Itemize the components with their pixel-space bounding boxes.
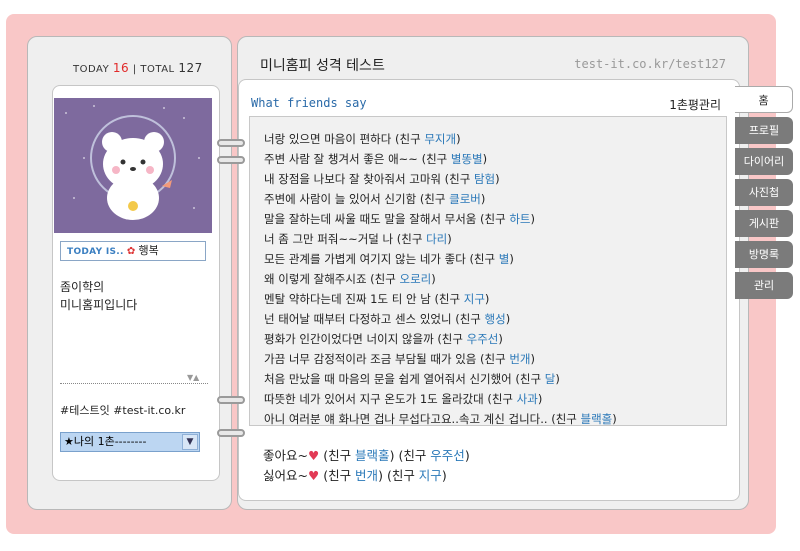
binder-ring [217,429,245,437]
friend-name-link[interactable]: 하트 [509,212,530,226]
page-title: 미니홈피 성격 테스트 [260,58,385,74]
comment-item: 넌 태어날 때부터 다정하고 센스 있었니 (친구 행성) [264,312,511,326]
hashtags: #테스트잇 #test-it.co.kr [60,404,186,417]
scroll-arrows-icon[interactable]: ▼▲ [187,373,199,382]
content-panel: 미니홈피 성격 테스트 test-it.co.kr/test127 What f… [237,36,749,510]
total-count: 127 [178,61,203,75]
side-tabs: 홈프로필다이어리사진첩게시판방명록관리 [735,86,793,303]
profile-intro: 좀이학의 미니홈피입니다 [60,280,138,312]
today-is-box: TODAY IS.. ✿ 행복 [60,241,206,261]
friend-comments-list: 너랑 있으면 마음이 편하다 (친구 무지개) 주변 사람 잘 챙겨서 좋은 애~… [264,129,617,429]
total-label: TOTAL [140,64,175,75]
binder-ring [217,139,245,147]
friend-name-link[interactable]: 행성 [485,312,506,326]
reactions: 좋아요~♥ (친구 블랙홀) (친구 우주선) 싫어요~♥ (친구 번개) (친… [263,446,470,486]
tab-5[interactable]: 방명록 [735,241,793,268]
today-label: TODAY [73,64,110,75]
homepage-url[interactable]: test-it.co.kr/test127 [574,57,726,71]
chevron-down-icon[interactable]: ▼ [182,434,198,450]
binder-ring [217,156,245,164]
friend-name-link[interactable]: 다리 [426,232,447,246]
dislike-friend-2[interactable]: 지구 [419,468,442,483]
friend-name-link[interactable]: 지구 [464,292,485,306]
friend-name-link[interactable]: 탐험 [474,172,495,186]
friend-name-link[interactable]: 별 [499,252,510,266]
dislike-label: 싫어요~ [263,468,308,483]
flower-icon: ✿ [126,246,136,257]
comment-item: 따뜻한 네가 있어서 지구 온도가 1도 올라갔대 (친구 사과) [264,392,543,406]
comment-item: 내 장점을 나보다 잘 찾아줘서 고마워 (친구 탐험) [264,172,500,186]
today-count: 16 [112,61,130,75]
friend-name-link[interactable]: 블랙홀 [581,412,613,426]
visitor-counter: TODAY 16 | TOTAL 127 [73,61,203,75]
friend-comments-box: 너랑 있으면 마음이 편하다 (친구 무지개) 주변 사람 잘 챙겨서 좋은 애~… [249,116,727,426]
friend-name-link[interactable]: 별똥별 [451,152,483,166]
friend-name-link[interactable]: 무지개 [424,132,456,146]
comment-item: 평화가 인간이었다면 너이지 않을까 (친구 우주선) [264,332,503,346]
friend-name-link[interactable]: 오로리 [400,272,432,286]
comment-item: 모든 관계를 가볍게 여기지 않는 네가 좋다 (친구 별) [264,252,514,266]
tab-2[interactable]: 다이어리 [735,148,793,175]
tab-4[interactable]: 게시판 [735,210,793,237]
tab-1[interactable]: 프로필 [735,117,793,144]
heart-icon: ♥ [307,448,320,463]
mood-text: 행복 [138,244,159,257]
comment-item: 말을 잘하는데 싸울 때도 말을 잘해서 무서움 (친구 하트) [264,212,536,226]
dislike-friend-1[interactable]: 번개 [355,468,378,483]
broken-heart-icon: ♥ [307,468,320,483]
tab-6[interactable]: 관리 [735,272,793,299]
minihompy-book: TODAY 16 | TOTAL 127 미니홈피 성격 테스트 test-it… [27,36,749,510]
tab-0[interactable]: 홈 [735,86,793,113]
like-row: 좋아요~♥ (친구 블랙홀) (친구 우주선) [263,448,470,463]
comment-item: 처음 만났을 때 마음의 문을 쉽게 열어줘서 신기했어 (친구 달) [264,372,560,386]
content-card: What friends say 1촌평관리 너랑 있으면 마음이 편하다 (친… [238,79,740,501]
like-label: 좋아요~ [263,448,308,463]
section-title: What friends say [251,96,367,110]
comment-item: 너 좀 그만 퍼줘~~거덜 나 (친구 다리) [264,232,452,246]
dislike-row: 싫어요~♥ (친구 번개) (친구 지구) [263,468,447,483]
comment-item: 주변에 사람이 늘 있어서 신기함 (친구 클로버) [264,192,486,206]
comment-item: 왜 이렇게 잘해주시죠 (친구 오로리) [264,272,436,286]
divider [60,383,208,384]
tab-3[interactable]: 사진첩 [735,179,793,206]
avatar [54,98,212,233]
comment-item: 아니 여러분 얘 화나면 겁나 무섭다고요..속고 계신 겁니다.. (친구 블… [264,412,617,426]
like-friend-2[interactable]: 우주선 [430,448,465,463]
binder-ring [217,396,245,404]
comment-item: 너랑 있으면 마음이 편하다 (친구 무지개) [264,132,461,146]
ilchon-manage-link[interactable]: 1촌평관리 [669,96,721,113]
friend-name-link[interactable]: 번개 [509,352,530,366]
friend-name-link[interactable]: 클로버 [449,192,481,206]
friend-name-link[interactable]: 사과 [517,392,538,406]
today-is-label: TODAY IS.. [67,247,124,257]
comment-item: 가끔 너무 감정적이라 조금 부담될 때가 있음 (친구 번개) [264,352,536,366]
friend-name-link[interactable]: 달 [545,372,556,386]
comment-item: 멘탈 약하다는데 진짜 1도 티 안 남 (친구 지구) [264,292,490,306]
like-friend-1[interactable]: 블랙홀 [355,448,390,463]
comment-item: 주변 사람 잘 챙겨서 좋은 애~~ (친구 별똥별) [264,152,488,166]
ilchon-select[interactable]: ★나의 1촌-------- ▼ [60,432,200,452]
friend-name-link[interactable]: 우주선 [467,332,499,346]
